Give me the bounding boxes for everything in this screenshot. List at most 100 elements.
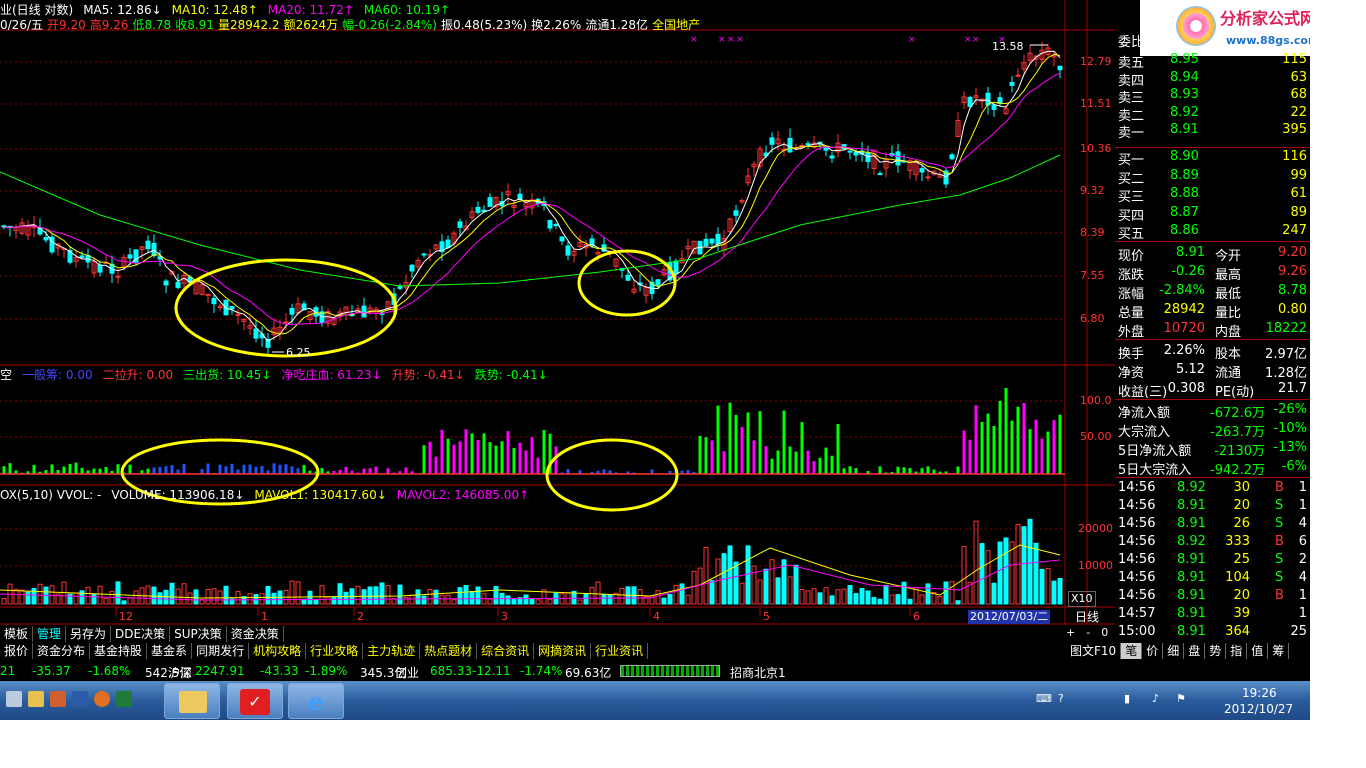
side-tab[interactable]: 值: [1247, 643, 1269, 659]
menu-item[interactable]: SUP决策: [170, 626, 227, 642]
menu-item[interactable]: 网摘资讯: [534, 643, 592, 659]
zoom-button[interactable]: +: [1066, 626, 1075, 639]
quote-label: 内盘: [1215, 325, 1242, 340]
flow-label: 5日净流入额: [1118, 444, 1192, 459]
quote-label: 今开: [1215, 249, 1242, 264]
tick-volume: 333: [1225, 534, 1250, 549]
volume-bar: [907, 598, 913, 605]
menu-item[interactable]: 基金系: [147, 643, 193, 659]
firefox-icon[interactable]: [94, 691, 110, 707]
volume-bar: [799, 588, 805, 605]
quote-value: 9.26: [1278, 264, 1307, 279]
tick-side: B: [1275, 588, 1284, 603]
menu-item[interactable]: DDE决策: [111, 626, 171, 642]
volume-bar: [1033, 542, 1039, 605]
help-icon[interactable]: ?: [1058, 692, 1064, 705]
candle-body: [79, 255, 85, 258]
side-tab[interactable]: 指: [1226, 643, 1248, 659]
show-desktop-icon[interactable]: [6, 691, 22, 707]
volume-bar: [1057, 577, 1063, 605]
explorer-taskbar-button[interactable]: [164, 683, 220, 719]
menu-item[interactable]: 主力轨迹: [363, 643, 421, 659]
side-tab[interactable]: 细: [1163, 643, 1185, 659]
stat-label: 净资: [1118, 366, 1145, 381]
bid-label: 买一: [1118, 153, 1145, 168]
volume-bar: [889, 594, 895, 605]
tick-side: B: [1275, 534, 1284, 549]
ask-price: 8.91: [1170, 122, 1199, 137]
menu-item[interactable]: 综合资讯: [477, 643, 535, 659]
clock-time[interactable]: 19:26: [1242, 686, 1277, 700]
menu-item[interactable]: 资金决策: [227, 626, 284, 642]
flag-icon[interactable]: ⚑: [1176, 692, 1186, 705]
menu-item[interactable]: 模板: [0, 626, 34, 642]
volume-bar: [121, 600, 127, 605]
candle-body: [145, 240, 151, 250]
menu-item[interactable]: 行业资讯: [591, 643, 649, 659]
indicator-header-item: 净吃庄血: 61.23↓: [281, 368, 382, 382]
menu-item[interactable]: 资金分布: [33, 643, 91, 659]
indicator-header-item: 空: [0, 368, 13, 382]
ma-label: 业(日线 对数): [0, 3, 74, 17]
volume-bar: [379, 582, 385, 605]
volume-bar: [427, 588, 433, 605]
volume-bar: [97, 585, 103, 605]
side-tab[interactable]: 盘: [1184, 643, 1206, 659]
app-icon[interactable]: [50, 691, 66, 707]
menu-item[interactable]: 同期发行: [192, 643, 250, 659]
divider: [1115, 399, 1310, 400]
menu-item[interactable]: 机构攻略: [249, 643, 307, 659]
chart-canvas[interactable]: × × × × × × × ×: [0, 0, 1115, 625]
volume-icon[interactable]: ♪: [1152, 692, 1159, 705]
volume-header: OX(5,10) VVOL: - VOLUME: 113906.18↓ MAVOL1…: [0, 488, 539, 502]
ie-taskbar-button[interactable]: e: [288, 683, 344, 719]
side-tab[interactable]: 笔: [1121, 643, 1143, 659]
volume-bar: [973, 520, 979, 605]
side-tab[interactable]: 价: [1142, 643, 1164, 659]
word-icon[interactable]: [72, 691, 88, 707]
candle-body: [1009, 82, 1015, 86]
network-icon[interactable]: ▮: [1124, 692, 1130, 705]
ticker-item: -1.68%: [88, 664, 131, 678]
menu-item[interactable]: 基金持股: [90, 643, 148, 659]
menu-item[interactable]: 另存为: [66, 626, 112, 642]
menu-item[interactable]: 热点题材: [420, 643, 478, 659]
tick-time: 14:56: [1118, 516, 1156, 531]
candle-body: [805, 143, 811, 146]
tick-side: S: [1275, 516, 1284, 531]
keyboard-icon[interactable]: ⌨: [1036, 692, 1052, 705]
volume-bar: [997, 541, 1003, 605]
tick-row: 14:56 8.91 20 B 1: [1115, 587, 1310, 606]
quote-value: 8.78: [1278, 283, 1307, 298]
low-price-label: 6.25: [286, 346, 311, 359]
period-label[interactable]: 日线: [1075, 610, 1099, 624]
menu-item[interactable]: 管理: [33, 626, 67, 642]
zoom-button[interactable]: 0: [1101, 626, 1108, 639]
folder-icon[interactable]: [28, 691, 44, 707]
bid-price: 8.88: [1170, 186, 1199, 201]
tick-time: 14:56: [1118, 552, 1156, 567]
ticker-item: -35.37: [32, 664, 71, 678]
clock-date[interactable]: 2012/10/27: [1224, 702, 1293, 716]
signal-marker: ×: [727, 35, 735, 45]
side-tab[interactable]: 图文F10: [1066, 643, 1122, 659]
side-tab[interactable]: 筹: [1268, 643, 1290, 659]
volume-bar: [583, 593, 589, 605]
side-tab[interactable]: 势: [1205, 643, 1227, 659]
excel-icon[interactable]: [116, 691, 132, 707]
volume-bar: [841, 588, 847, 605]
time-tick: 12: [119, 610, 133, 623]
menu-item[interactable]: 报价: [0, 643, 34, 659]
candle-body: [715, 233, 721, 245]
folder-icon: [179, 691, 207, 713]
volume-bar: [955, 600, 961, 605]
time-tick: 3: [501, 610, 508, 623]
indicator-header: 空一般筹: 0.00 二拉升: 0.00 三出货: 10.45↓ 净吃庄血: 61.2…: [0, 368, 558, 382]
menu-item[interactable]: 行业攻略: [306, 643, 364, 659]
bid-price: 8.87: [1170, 204, 1199, 220]
zoom-button[interactable]: -: [1086, 626, 1090, 639]
tick-price: 8.91: [1177, 570, 1206, 585]
ticker-item: 21: [0, 664, 16, 678]
stock-app-taskbar-button[interactable]: ✓: [227, 683, 283, 719]
tick-count: 25: [1290, 624, 1307, 639]
